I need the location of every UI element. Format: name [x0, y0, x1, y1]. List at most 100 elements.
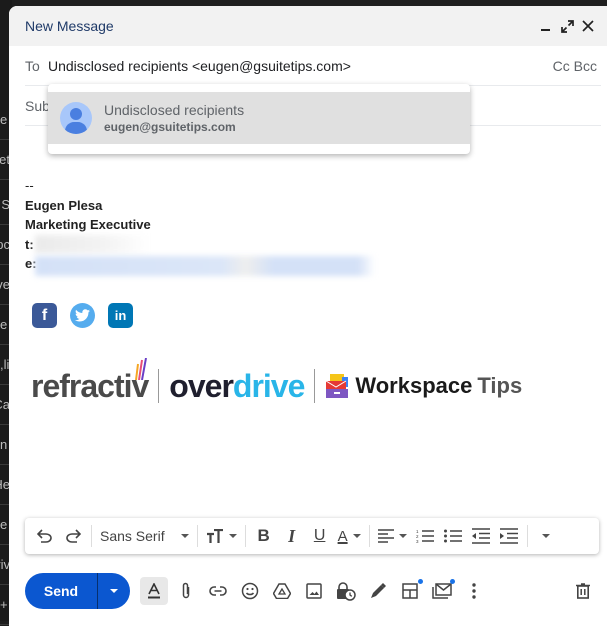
more-vert-icon [472, 583, 476, 599]
text-color-button[interactable]: A [334, 522, 365, 550]
compose-title: New Message [25, 18, 114, 34]
expand-icon [560, 19, 574, 33]
chevron-down-icon [180, 534, 189, 538]
autocomplete-item[interactable]: Undisclosed recipients eugen@gsuitetips.… [48, 92, 470, 144]
chevron-down-icon [352, 534, 361, 538]
insert-photo-button[interactable] [300, 577, 328, 605]
signature-separator: -- [25, 178, 34, 193]
undo-button[interactable] [31, 522, 59, 550]
text-format-icon [148, 583, 160, 599]
drive-icon [273, 583, 291, 599]
refractiv-logo: refractiv [31, 357, 149, 405]
bold-button[interactable]: B [250, 522, 278, 550]
to-input[interactable]: Undisclosed recipients <eugen@gsuitetips… [48, 58, 553, 74]
numbered-list-icon: 123 [416, 529, 434, 543]
insert-signature-button[interactable] [364, 577, 392, 605]
send-button[interactable]: Send [25, 573, 97, 609]
italic-icon: I [288, 525, 296, 546]
bold-icon: B [257, 526, 270, 545]
attach-files-button[interactable] [172, 577, 200, 605]
social-links: f in [32, 303, 133, 328]
confidential-mode-button[interactable] [332, 577, 360, 605]
emoji-icon [241, 582, 259, 600]
minimize-button[interactable] [539, 19, 553, 33]
formatting-options-button[interactable] [140, 577, 168, 605]
fullscreen-button[interactable] [560, 19, 574, 33]
indent-more-button[interactable] [495, 522, 523, 550]
insert-emoji-button[interactable] [236, 577, 264, 605]
indent-less-button[interactable] [467, 522, 495, 550]
autocomplete-email: eugen@gsuitetips.com [104, 120, 236, 134]
logo-divider [314, 369, 316, 403]
align-left-icon [377, 529, 394, 543]
photo-icon [306, 583, 322, 599]
compose-window: New Message To Undisclosed recipients <e… [9, 6, 607, 626]
close-icon [582, 20, 594, 32]
new-feature-dot [450, 579, 455, 584]
compose-bottom-bar: Send [25, 573, 601, 609]
formatting-toolbar: Sans Serif B I U A 123 [25, 518, 599, 554]
chevron-down-icon [398, 534, 407, 538]
layouts-button[interactable] [396, 577, 424, 605]
link-icon [209, 586, 227, 596]
facebook-icon[interactable]: f [32, 303, 57, 328]
schedule-send-button[interactable] [98, 573, 130, 609]
workspace-tips-logo: Workspace Tips [325, 373, 522, 399]
svg-text:3: 3 [416, 539, 419, 543]
recipient-autocomplete: Undisclosed recipients eugen@gsuitetips.… [48, 84, 470, 154]
signature-title: Marketing Executive [25, 217, 151, 232]
more-options-button[interactable] [460, 577, 488, 605]
trash-icon [576, 583, 590, 599]
new-feature-dot [418, 579, 423, 584]
lock-clock-icon [337, 582, 356, 601]
avatar [60, 102, 92, 134]
layout-icon [402, 583, 418, 599]
numbered-list-button[interactable]: 123 [411, 522, 439, 550]
cc-bcc-link[interactable]: Cc Bcc [553, 58, 601, 74]
linkedin-icon[interactable]: in [108, 303, 133, 328]
underline-button[interactable]: U [306, 522, 334, 550]
redo-icon [66, 529, 81, 543]
to-label: To [25, 57, 40, 74]
email-templates-button[interactable] [428, 577, 456, 605]
chevron-down-icon [110, 589, 118, 593]
align-button[interactable] [374, 522, 411, 550]
compose-title-bar[interactable]: New Message [9, 6, 607, 46]
bulleted-list-icon [443, 529, 462, 543]
minimize-icon [541, 29, 550, 31]
underline-icon: U [313, 527, 326, 544]
indent-less-icon [471, 528, 490, 544]
font-family-value: Sans Serif [100, 528, 165, 544]
signature-name: Eugen Plesa [25, 197, 103, 213]
twitter-icon[interactable] [70, 303, 95, 328]
redacted-phone [35, 235, 150, 253]
text-color-icon: A [337, 527, 348, 545]
discard-draft-button[interactable] [569, 577, 597, 605]
redacted-email [35, 256, 375, 276]
insert-drive-button[interactable] [268, 577, 296, 605]
bulleted-list-button[interactable] [439, 522, 467, 550]
close-button[interactable] [581, 19, 595, 33]
logo-divider [158, 369, 160, 403]
italic-button[interactable]: I [278, 522, 306, 550]
undo-icon [37, 529, 52, 543]
pen-icon [371, 583, 386, 598]
send-button-group: Send [25, 573, 130, 609]
redo-button[interactable] [59, 522, 87, 550]
more-formatting-button[interactable] [532, 522, 560, 550]
text-size-icon [206, 529, 223, 543]
templates-icon [432, 583, 452, 599]
company-logos: refractiv overdrive Workspace Tips [31, 357, 522, 411]
workspace-tips-icon [326, 374, 349, 398]
font-family-select[interactable]: Sans Serif [96, 528, 193, 544]
paperclip-icon [182, 582, 190, 599]
overdrive-logo: overdrive [169, 367, 305, 404]
to-field-row: To Undisclosed recipients <eugen@gsuitet… [25, 46, 601, 86]
font-size-button[interactable] [202, 522, 241, 550]
message-body[interactable]: -- Eugen Plesa Marketing Executive t: e: [25, 176, 375, 276]
insert-link-button[interactable] [204, 577, 232, 605]
chevron-down-icon [228, 534, 237, 538]
chevron-down-icon [541, 534, 550, 538]
autocomplete-name: Undisclosed recipients [104, 102, 245, 118]
indent-more-icon [499, 528, 518, 544]
